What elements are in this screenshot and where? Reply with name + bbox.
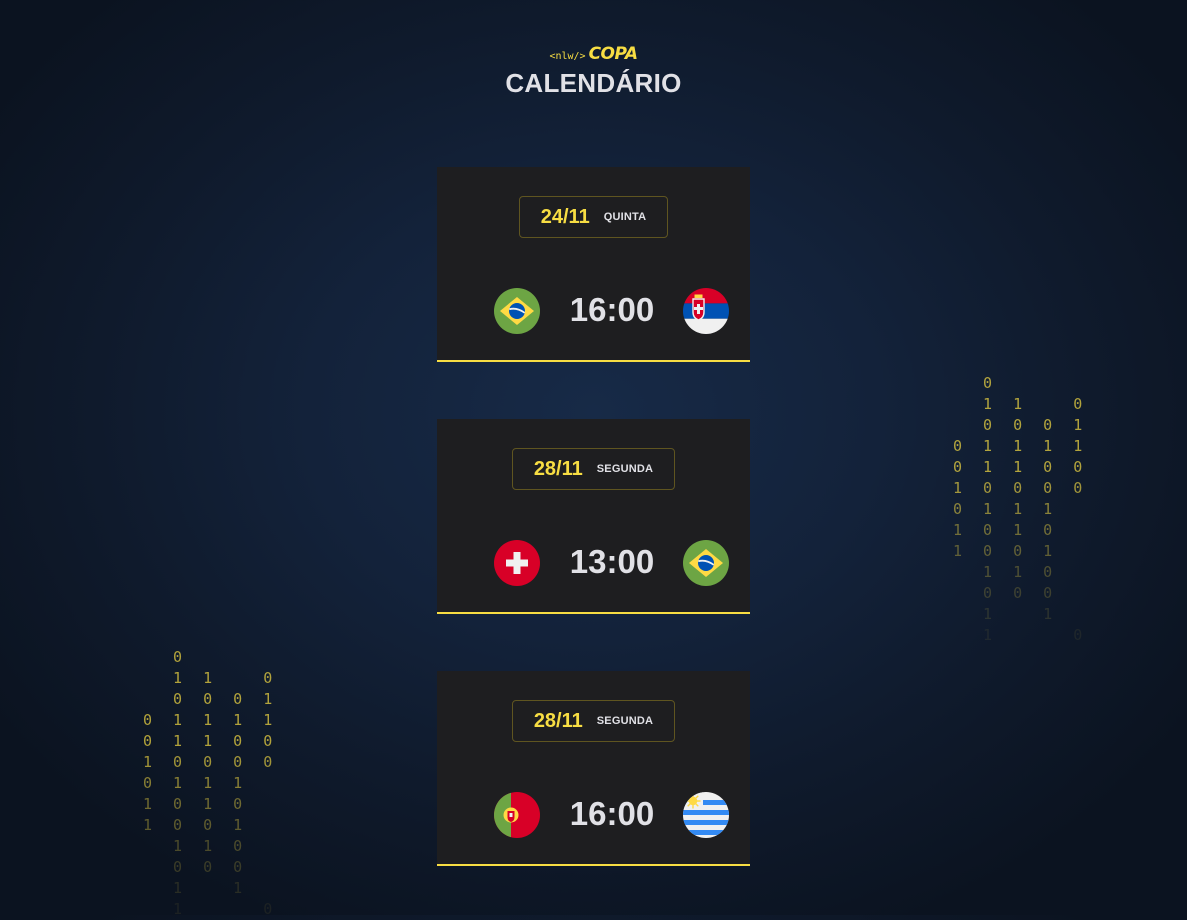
page-title: CALENDÁRIO: [505, 68, 682, 98]
match-card: 28/11 SEGUNDA 16:00: [437, 671, 750, 866]
match-weekday: QUINTA: [603, 211, 647, 223]
brazil-flag-icon: [683, 540, 729, 586]
binary-line: 0 1 1 0 0: [143, 732, 279, 750]
date-badge: 28/11 SEGUNDA: [512, 448, 675, 490]
match-card: 28/11 SEGUNDA 13:00: [437, 419, 750, 614]
switzerland-flag-icon: [494, 540, 540, 586]
match-date: 28/11: [533, 457, 583, 480]
match-time: 13:00: [569, 543, 655, 580]
binary-line: 0 0 0: [953, 584, 1059, 602]
binary-line: 1 0: [143, 900, 279, 918]
binary-line: 0 1 1 1 1: [143, 711, 279, 729]
date-badge: 28/11 SEGUNDA: [512, 700, 675, 742]
binary-line: 1 1 0: [953, 395, 1089, 413]
binary-line: 0 1 1 1: [143, 774, 249, 792]
match-weekday: SEGUNDA: [596, 463, 654, 475]
binary-line: 1 0 0 0 0: [143, 753, 279, 771]
binary-rain-decoration: 0 1 1 0 0 0 0 1 0 1 1 1 1 0 1 1 0 0 1 0 0 0…: [143, 647, 278, 920]
binary-line: 0: [953, 374, 999, 392]
binary-line: 0 0 0 1: [143, 690, 279, 708]
date-badge: 24/11 QUINTA: [519, 196, 668, 238]
binary-line: 1 0 1 0: [143, 795, 249, 813]
binary-line: 1 0 0 1: [953, 542, 1059, 560]
nlw-copa-logo: <nlw/> COPA: [549, 44, 638, 64]
match-time: 16:00: [569, 795, 655, 832]
uruguay-flag-icon: [683, 792, 729, 838]
match-weekday: SEGUNDA: [596, 715, 654, 727]
serbia-flag-icon: [683, 288, 729, 334]
binary-line: 0 1 1 1: [953, 500, 1059, 518]
binary-line: 1 1: [143, 879, 249, 897]
binary-line: 1 0 0 0 0: [953, 479, 1089, 497]
binary-line: 1 1 0: [143, 669, 279, 687]
binary-line: 0: [143, 648, 189, 666]
binary-line: 1 1 0: [143, 837, 249, 855]
binary-line: 0 0 0 1: [953, 416, 1089, 434]
binary-line: 1 1 0: [953, 563, 1059, 581]
binary-line: 1 0 0 1: [143, 816, 249, 834]
brazil-flag-icon: [494, 288, 540, 334]
match-card: 24/11 QUINTA 16:00: [437, 167, 750, 362]
binary-line: 0 1 1 1 1: [953, 437, 1089, 455]
binary-line: 1 0: [953, 626, 1089, 644]
page-header: <nlw/> COPA CALENDÁRIO: [0, 44, 1187, 99]
binary-line: 1 1: [953, 605, 1059, 623]
match-date: 28/11: [533, 709, 583, 732]
match-time: 16:00: [569, 291, 655, 328]
binary-line: 1 0 1 0: [953, 521, 1059, 539]
logo-tag: <nlw/>: [549, 51, 586, 62]
logo-name: COPA: [588, 44, 638, 64]
binary-rain-decoration: 0 1 1 0 0 0 0 1 0 1 1 1 1 0 1 1 0 0 1 0 0 0…: [953, 373, 1088, 646]
portugal-flag-icon: [494, 792, 540, 838]
binary-line: 0 1 1 0 0: [953, 458, 1089, 476]
match-date: 24/11: [540, 205, 590, 228]
binary-line: 0 0 0: [143, 858, 249, 876]
